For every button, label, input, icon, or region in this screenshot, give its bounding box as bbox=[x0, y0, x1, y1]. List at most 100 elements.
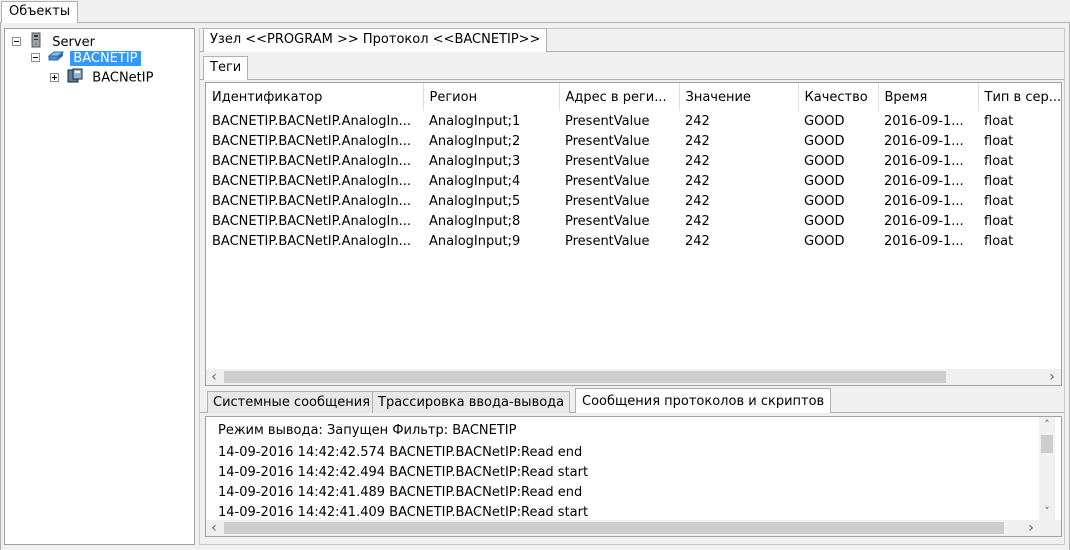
log-line: 14-09-2016 14:42:41.489 BACNETIP.BACNetI… bbox=[218, 485, 583, 500]
table-row[interactable]: BACNETIP.BACNetIP.AnalogIn... AnalogInput… bbox=[206, 191, 1061, 211]
log-hscroll-thumb[interactable] bbox=[224, 522, 1004, 534]
cell-quality: GOOD bbox=[804, 113, 845, 129]
tree-node-server-label: Server bbox=[52, 35, 95, 50]
collapse-icon[interactable] bbox=[31, 53, 40, 62]
cell-address: PresentValue bbox=[565, 193, 650, 209]
tab-objects[interactable]: Объекты bbox=[1, 1, 79, 23]
cell-identifier: BACNETIP.BACNetIP.AnalogIn... bbox=[212, 153, 411, 169]
tab-node-protocol[interactable]: Узел <<PROGRAM >> Протокол <<BACNETIP>> bbox=[203, 28, 548, 52]
cell-time: 2016-09-1... bbox=[884, 133, 964, 149]
collapse-icon[interactable] bbox=[12, 37, 21, 46]
cell-region: AnalogInput;3 bbox=[429, 153, 521, 169]
breadcrumb: Узел <<PROGRAM >> Протокол <<BACNETIP>> bbox=[210, 32, 541, 47]
cell-value: 242 bbox=[685, 213, 710, 229]
cell-time: 2016-09-1... bbox=[884, 213, 964, 229]
table-row[interactable]: BACNETIP.BACNetIP.AnalogIn... AnalogInput… bbox=[206, 151, 1061, 171]
cell-time: 2016-09-1... bbox=[884, 233, 964, 249]
cell-type: float bbox=[984, 153, 1014, 169]
cell-time: 2016-09-1... bbox=[884, 113, 964, 129]
cell-value: 242 bbox=[685, 233, 710, 249]
cell-type: float bbox=[984, 173, 1014, 189]
table-header-row: Идентификатор Регион Адрес в реги... Зна… bbox=[206, 83, 1062, 111]
log-line: 14-09-2016 14:42:42.494 BACNETIP.BACNetI… bbox=[218, 465, 589, 480]
cell-value: 242 bbox=[685, 133, 710, 149]
cell-identifier: BACNETIP.BACNetIP.AnalogIn... bbox=[212, 173, 411, 189]
log-header: Режим вывода: Запущен Фильтр: BACNETIP bbox=[218, 423, 517, 438]
cell-identifier: BACNETIP.BACNetIP.AnalogIn... bbox=[212, 113, 411, 129]
column-header-value[interactable]: Значение bbox=[679, 83, 799, 111]
cell-region: AnalogInput;8 bbox=[429, 213, 521, 229]
cell-type: float bbox=[984, 133, 1014, 149]
scroll-up-icon[interactable]: ˄ bbox=[1039, 417, 1055, 433]
table-horizontal-scrollbar[interactable]: ‹ › bbox=[206, 369, 1061, 385]
cell-region: AnalogInput;4 bbox=[429, 173, 521, 189]
scroll-right-icon[interactable]: › bbox=[1044, 369, 1060, 385]
column-header-quality[interactable]: Качество bbox=[798, 83, 879, 111]
scroll-left-icon[interactable]: ‹ bbox=[206, 520, 222, 536]
tags-table-panel: Идентификатор Регион Адрес в реги... Зна… bbox=[205, 82, 1062, 386]
cell-value: 242 bbox=[685, 173, 710, 189]
table-row[interactable]: BACNETIP.BACNetIP.AnalogIn... AnalogInput… bbox=[206, 211, 1061, 231]
cell-identifier: BACNETIP.BACNetIP.AnalogIn... bbox=[212, 213, 411, 229]
cell-address: PresentValue bbox=[565, 213, 650, 229]
cell-quality: GOOD bbox=[804, 173, 845, 189]
cell-value: 242 bbox=[685, 193, 710, 209]
tab-protocol-messages-label: Сообщения протоколов и скриптов bbox=[582, 394, 825, 409]
tree-node-bacnetip-child[interactable]: BACNetIP bbox=[50, 68, 154, 88]
tab-io-trace-label: Трассировка ввода-вывода bbox=[378, 395, 565, 410]
cell-time: 2016-09-1... bbox=[884, 153, 964, 169]
table-row[interactable]: BACNETIP.BACNetIP.AnalogIn... AnalogInput… bbox=[206, 231, 1061, 251]
cell-type: float bbox=[984, 213, 1014, 229]
cell-quality: GOOD bbox=[804, 193, 845, 209]
column-header-region[interactable]: Регион bbox=[423, 83, 560, 111]
column-header-address[interactable]: Адрес в реги... bbox=[559, 83, 680, 111]
table-row[interactable]: BACNETIP.BACNetIP.AnalogIn... AnalogInput… bbox=[206, 171, 1061, 191]
cell-quality: GOOD bbox=[804, 213, 845, 229]
cell-quality: GOOD bbox=[804, 233, 845, 249]
tab-tags[interactable]: Теги bbox=[203, 56, 249, 80]
tags-strip-line bbox=[200, 79, 1064, 80]
log-horizontal-scrollbar[interactable]: ‹ › bbox=[206, 520, 1061, 536]
table-scroll-thumb[interactable] bbox=[224, 371, 946, 383]
cell-identifier: BACNETIP.BACNetIP.AnalogIn... bbox=[212, 193, 411, 209]
object-tree[interactable]: Server BACNETIP BACNetIP bbox=[4, 28, 195, 545]
table-row[interactable]: BACNETIP.BACNetIP.AnalogIn... AnalogInput… bbox=[206, 111, 1061, 131]
tab-tags-label: Теги bbox=[210, 60, 242, 75]
cell-type: float bbox=[984, 233, 1014, 249]
expand-icon[interactable] bbox=[50, 72, 59, 82]
cell-region: AnalogInput;1 bbox=[429, 113, 521, 129]
tab-system-messages-label: Системные сообщения bbox=[213, 395, 371, 410]
cell-region: AnalogInput;2 bbox=[429, 133, 521, 149]
tab-protocol-messages[interactable]: Сообщения протоколов и скриптов bbox=[575, 388, 832, 413]
tree-node-bacnetip-child-label: BACNetIP bbox=[92, 70, 154, 86]
tree-node-bacnetip[interactable]: BACNETIP bbox=[31, 50, 141, 67]
scroll-left-icon[interactable]: ‹ bbox=[206, 369, 222, 385]
cell-address: PresentValue bbox=[565, 113, 650, 129]
table-row[interactable]: BACNETIP.BACNetIP.AnalogIn... AnalogInput… bbox=[206, 131, 1061, 151]
column-header-identifier[interactable]: Идентификатор bbox=[206, 83, 424, 111]
cell-address: PresentValue bbox=[565, 153, 650, 169]
scroll-down-icon[interactable]: ˅ bbox=[1039, 504, 1055, 520]
log-scroll-thumb[interactable] bbox=[1041, 435, 1053, 453]
cell-quality: GOOD bbox=[804, 153, 845, 169]
cell-type: float bbox=[984, 193, 1014, 209]
column-header-server-type[interactable]: Тип в сер... bbox=[978, 83, 1062, 111]
log-vertical-scrollbar[interactable]: ˄ ˅ bbox=[1039, 417, 1055, 520]
column-header-time[interactable]: Время bbox=[878, 83, 979, 111]
log-panel: Режим вывода: Запущен Фильтр: BACNETIP 1… bbox=[205, 416, 1062, 537]
cell-region: AnalogInput;9 bbox=[429, 233, 521, 249]
cell-value: 242 bbox=[685, 113, 710, 129]
cell-identifier: BACNETIP.BACNetIP.AnalogIn... bbox=[212, 233, 411, 249]
cell-address: PresentValue bbox=[565, 173, 650, 189]
scroll-right-icon[interactable]: › bbox=[1023, 520, 1039, 536]
cell-quality: GOOD bbox=[804, 133, 845, 149]
tree-node-bacnetip-label: BACNETIP bbox=[70, 51, 141, 66]
cell-address: PresentValue bbox=[565, 233, 650, 249]
tab-system-messages[interactable]: Системные сообщения bbox=[207, 391, 377, 413]
cell-address: PresentValue bbox=[565, 133, 650, 149]
tags-table: Идентификатор Регион Адрес в реги... Зна… bbox=[206, 83, 1062, 251]
protocol-icon bbox=[67, 68, 83, 88]
tree-node-server[interactable]: Server bbox=[12, 32, 95, 50]
cell-identifier: BACNETIP.BACNetIP.AnalogIn... bbox=[212, 133, 411, 149]
tab-io-trace[interactable]: Трассировка ввода-вывода bbox=[372, 391, 571, 413]
